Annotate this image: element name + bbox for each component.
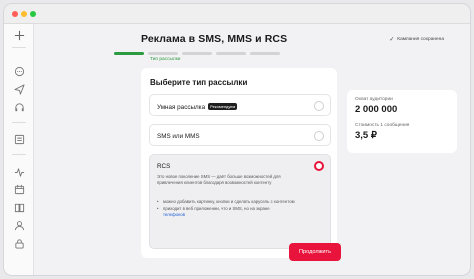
radio-rcs[interactable] xyxy=(314,161,324,171)
option-smart-broadcast[interactable]: Умная рассылка Рекомендуем xyxy=(149,94,331,116)
option-label: Умная рассылка Рекомендуем xyxy=(157,103,238,111)
minimize-window-button[interactable] xyxy=(21,11,27,17)
list-icon[interactable] xyxy=(14,134,25,145)
current-step-label: Тип рассылки xyxy=(150,57,181,62)
lock-icon[interactable] xyxy=(14,238,25,249)
audience-label: Охват аудитории xyxy=(355,97,393,102)
sidebar-divider xyxy=(12,154,26,155)
maximize-window-button[interactable] xyxy=(30,11,36,17)
option-rcs[interactable]: RCS Это новое поколение SMS — даёт больш… xyxy=(149,154,331,249)
recommended-badge: Рекомендуем xyxy=(208,103,238,110)
radio-smart-broadcast[interactable] xyxy=(314,101,324,111)
rcs-description: Это новое поколение SMS — даёт больше во… xyxy=(157,174,281,185)
sidebar-divider xyxy=(12,122,26,123)
option-title: Умная рассылка xyxy=(157,104,206,111)
progress-steps xyxy=(114,52,280,55)
phones-link[interactable]: телефонов xyxy=(163,212,185,217)
radio-sms-mms[interactable] xyxy=(314,131,324,141)
progress-step xyxy=(250,52,280,55)
rcs-bullet: можно добавить картинку, кнопки и сделат… xyxy=(157,199,317,205)
option-sms-mms[interactable]: SMS или MMS xyxy=(149,124,331,146)
rcs-bullets: можно добавить картинку, кнопки и сделат… xyxy=(157,199,317,219)
calendar-icon[interactable] xyxy=(14,184,25,195)
plus-icon[interactable] xyxy=(14,30,25,41)
title-bar xyxy=(4,4,470,24)
save-status: ✓ Кампания сохранена xyxy=(389,36,444,43)
send-icon[interactable] xyxy=(14,84,25,95)
option-label: RCS xyxy=(157,163,171,170)
rcs-bullet-text: приходит в веб приложении, что и SMS, но… xyxy=(163,206,270,211)
broadcast-type-card: Выберите тип рассылки Умная рассылка Реко… xyxy=(141,68,337,258)
sidebar xyxy=(4,24,34,275)
rcs-bullet: приходит в веб приложении, что и SMS, но… xyxy=(157,206,317,218)
book-icon[interactable] xyxy=(14,202,25,213)
cost-value: 3,5 ₽ xyxy=(355,130,377,141)
page-title: Реклама в SMS, MMS и RCS xyxy=(141,33,288,45)
check-icon: ✓ xyxy=(389,37,395,43)
cost-label: Стоимость 1 сообщения xyxy=(355,123,410,128)
audience-value: 2 000 000 xyxy=(355,104,398,115)
progress-step xyxy=(216,52,246,55)
app-window: Реклама в SMS, MMS и RCS ✓ Кампания сохр… xyxy=(4,4,470,275)
progress-step xyxy=(114,52,144,55)
option-label: SMS или MMS xyxy=(157,133,200,140)
chat-icon[interactable] xyxy=(14,66,25,77)
headphones-icon[interactable] xyxy=(14,102,25,113)
main-content: Реклама в SMS, MMS и RCS ✓ Кампания сохр… xyxy=(35,24,470,275)
stats-panel: Охват аудитории 2 000 000 Стоимость 1 со… xyxy=(347,90,457,153)
close-window-button[interactable] xyxy=(12,11,18,17)
save-status-label: Кампания сохранена xyxy=(397,37,444,42)
continue-button[interactable]: Продолжить xyxy=(289,243,341,261)
progress-step xyxy=(182,52,212,55)
progress-step xyxy=(148,52,178,55)
activity-icon[interactable] xyxy=(14,167,25,178)
card-title: Выберите тип рассылки xyxy=(150,78,248,87)
user-icon[interactable] xyxy=(14,220,25,231)
sidebar-divider xyxy=(12,47,26,48)
